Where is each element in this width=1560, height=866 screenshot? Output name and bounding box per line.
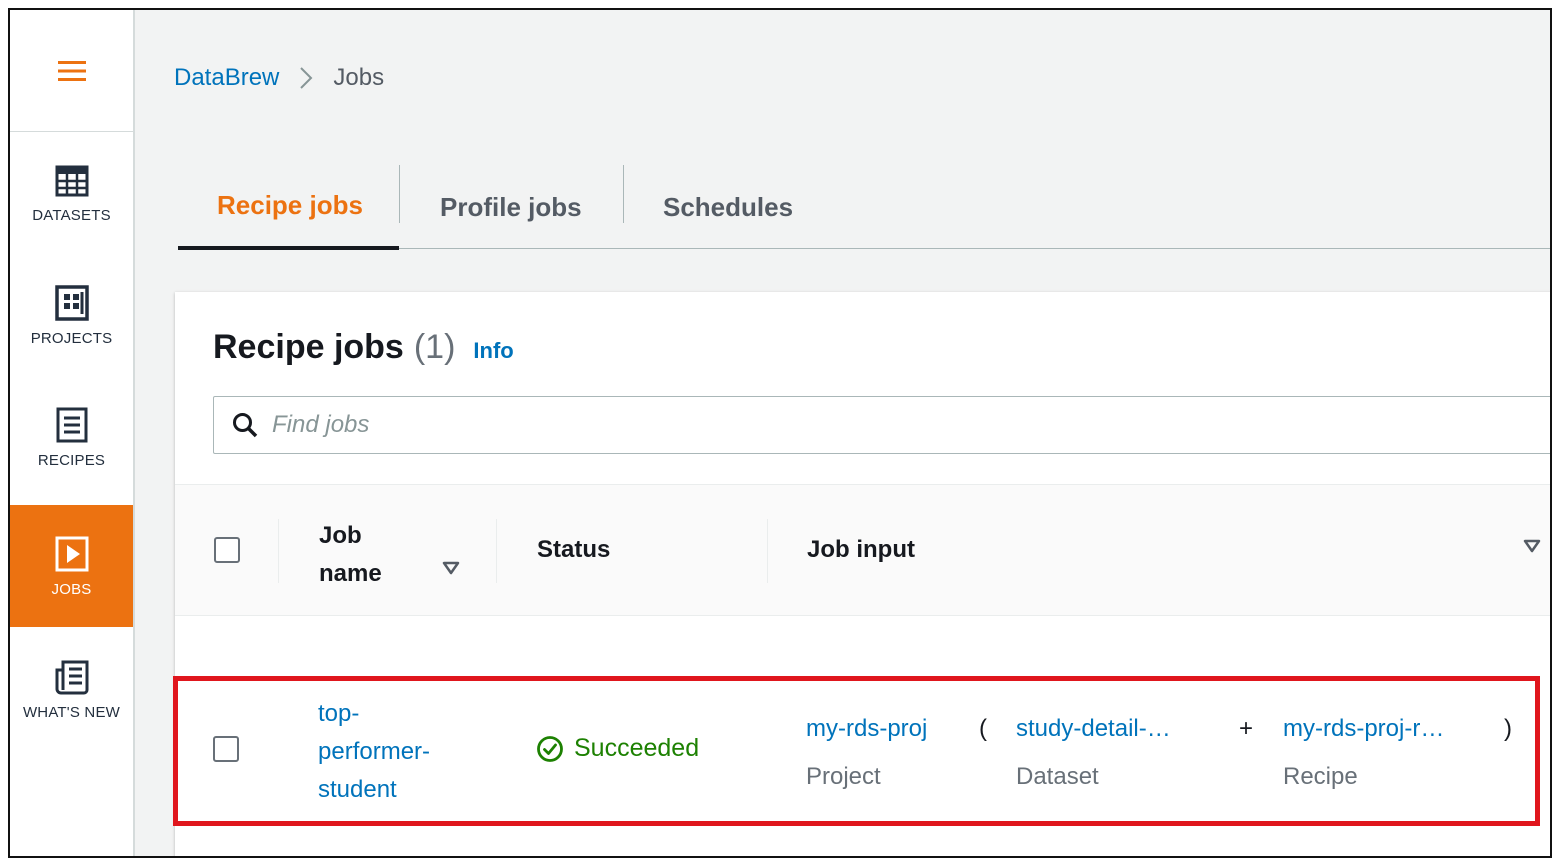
sort-down-icon[interactable]: [442, 561, 460, 575]
sidebar-item-label: PROJECTS: [30, 329, 113, 347]
column-header-status[interactable]: Status: [537, 536, 610, 564]
sidebar-item-projects[interactable]: PROJECTS: [10, 254, 133, 376]
table-header: Job name Status Job input: [175, 484, 1550, 616]
column-divider: [767, 519, 768, 583]
project-link[interactable]: my-rds-proj: [806, 715, 927, 743]
check-circle-icon: [537, 735, 563, 762]
select-all-checkbox[interactable]: [214, 537, 240, 563]
breadcrumb-databrew-link[interactable]: DataBrew: [174, 64, 279, 92]
job-input-dataset: study-detail-… Dataset: [1016, 715, 1171, 791]
open-paren: (: [979, 715, 987, 742]
column-header-line: Job: [319, 522, 362, 549]
panel-header: Recipe jobs (1) Info: [213, 328, 514, 367]
job-name-line: performer-: [318, 738, 431, 765]
column-divider: [496, 519, 497, 583]
row-checkbox[interactable]: [213, 736, 239, 762]
column-divider: [278, 519, 279, 583]
main-content: DataBrew Jobs Recipe jobs Profile jobs S…: [135, 10, 1550, 856]
column-header-job-input[interactable]: Job input: [807, 536, 915, 564]
status-text: Succeeded: [574, 734, 700, 762]
dataset-label: Dataset: [1016, 763, 1099, 790]
column-header-job-name[interactable]: Job name: [319, 517, 382, 593]
sidebar-item-label: RECIPES: [37, 451, 106, 469]
plus-sign: +: [1239, 715, 1254, 742]
table-grid-icon: [55, 165, 88, 196]
tab-recipe-jobs[interactable]: Recipe jobs: [178, 165, 399, 250]
sidebar-item-label: DATASETS: [32, 206, 111, 224]
menu-button[interactable]: [10, 10, 133, 132]
search-input[interactable]: [272, 411, 1172, 439]
table-row: top- performer- student Succeeded my-rds…: [175, 687, 1550, 822]
sidebar-item-recipes[interactable]: RECIPES: [10, 376, 133, 498]
search-icon: [233, 413, 258, 438]
status-badge: Succeeded: [536, 734, 699, 763]
job-tabs: Recipe jobs Profile jobs Schedules: [178, 165, 1550, 250]
newspaper-icon: [55, 660, 88, 694]
tab-schedules[interactable]: Schedules: [663, 165, 793, 249]
info-link[interactable]: Info: [473, 338, 513, 364]
recipe-jobs-panel: Recipe jobs (1) Info Job name: [175, 292, 1550, 856]
close-paren: ): [1504, 715, 1512, 742]
sidebar-item-label: JOBS: [51, 580, 92, 598]
sidebar-item-datasets[interactable]: DATASETS: [10, 132, 133, 254]
dataset-link[interactable]: study-detail-…: [1016, 715, 1171, 743]
tab-divider: [399, 165, 400, 223]
sidebar: DATASETS PROJECTS RECIPES JOBS WHAT'S NE…: [10, 10, 135, 856]
tab-divider: [623, 165, 624, 223]
sidebar-item-jobs[interactable]: JOBS: [10, 505, 133, 627]
breadcrumb: DataBrew Jobs: [174, 64, 384, 92]
hamburger-icon: [57, 60, 86, 81]
project-label: Project: [806, 763, 881, 790]
sort-down-icon[interactable]: [1523, 539, 1541, 553]
recipe-list-icon: [56, 407, 87, 442]
sidebar-item-whats-new[interactable]: WHAT'S NEW: [10, 628, 133, 750]
sidebar-item-label: WHAT'S NEW: [22, 703, 121, 721]
app-frame: DATASETS PROJECTS RECIPES JOBS WHAT'S NE…: [8, 8, 1552, 858]
job-name-line: student: [318, 776, 397, 803]
search-box: [213, 396, 1550, 454]
job-count: (1): [413, 328, 456, 366]
column-header-line: name: [319, 560, 382, 587]
chevron-right-icon: [299, 66, 313, 90]
job-input-recipe: my-rds-proj-r… Recipe: [1283, 715, 1444, 791]
breadcrumb-current: Jobs: [333, 64, 385, 91]
recipe-link[interactable]: my-rds-proj-r…: [1283, 715, 1444, 743]
tab-profile-jobs[interactable]: Profile jobs: [440, 165, 582, 249]
job-name-link[interactable]: top- performer- student: [318, 695, 430, 809]
panel-title: Recipe jobs: [213, 328, 404, 366]
play-icon: [55, 536, 88, 571]
projects-grid-icon: [54, 284, 89, 321]
recipe-label: Recipe: [1283, 763, 1358, 790]
job-name-line: top-: [318, 700, 360, 727]
job-input-project: my-rds-proj Project: [806, 715, 927, 791]
